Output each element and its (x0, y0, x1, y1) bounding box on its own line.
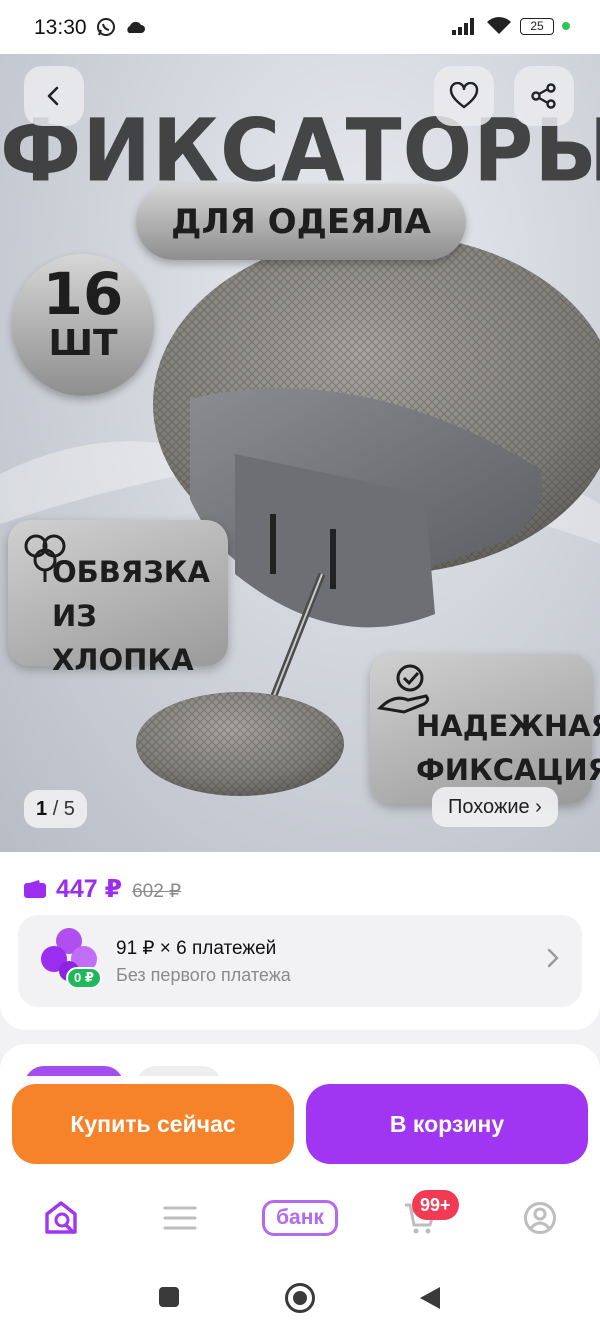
catalog-menu-icon (163, 1206, 197, 1230)
battery-icon: 25 (520, 17, 554, 35)
similar-products-button[interactable]: Похожие › (432, 787, 558, 827)
price-row: 447 ₽ 602 ₽ (24, 874, 181, 904)
share-button[interactable] (514, 66, 574, 126)
privacy-dot (562, 22, 570, 30)
buy-now-button[interactable]: Купить сейчас (12, 1084, 294, 1164)
back-button[interactable] (24, 66, 84, 126)
nav-home-search[interactable] (40, 1196, 84, 1240)
back-triangle-icon[interactable] (418, 1285, 442, 1311)
feature-fix-panel: НАДЕЖНАЯ ФИКСАЦИЯ (370, 654, 600, 804)
status-time: 13:30 (34, 16, 87, 39)
hero-subtitle: ДЛЯ ОДЕЯЛА (136, 184, 466, 260)
hand-check-icon (376, 664, 430, 714)
installment-offer[interactable]: 0 ₽ 91 ₽ × 6 платежей Без первого платеж… (18, 915, 582, 1007)
nav-bank[interactable]: банк (262, 1200, 338, 1236)
add-to-cart-button[interactable]: В корзину (306, 1084, 588, 1164)
wifi-icon (487, 17, 511, 34)
price-card: 447 ₽ 602 ₽ 0 ₽ 91 ₽ × 6 платежей Без пе… (0, 852, 600, 1030)
quantity-number: 16 (42, 260, 124, 328)
signal-icon (452, 18, 474, 35)
share-icon (531, 83, 556, 109)
cart-count-badge: 99+ (412, 1190, 459, 1220)
chevron-right-icon (547, 948, 559, 968)
favorite-button[interactable] (434, 66, 494, 126)
notification-icons (96, 17, 146, 37)
image-counter: 1 / 5 (24, 790, 87, 828)
profile-icon (524, 1202, 556, 1234)
image-counter-total: / 5 (52, 798, 75, 820)
image-counter-current: 1 (36, 798, 48, 820)
feature-fix-line1: НАДЕЖНАЯ (416, 709, 600, 743)
cloud-icon (127, 21, 145, 33)
bottom-navigation: банк 99+ (0, 1176, 600, 1260)
installment-subtitle: Без первого платежа (116, 965, 291, 985)
feature-cotton-line2: ИЗ ХЛОПКА (52, 599, 194, 677)
product-image-gallery[interactable]: ФИКСАТОРЫ ДЛЯ ОДЕЯЛА 16 ШТ ОБВЯЗКА ИЗ ХЛ… (0, 54, 600, 852)
feature-cotton-line1: ОБВЯЗКА (52, 555, 210, 589)
purchase-bar: Купить сейчас В корзину (0, 1076, 600, 1176)
quantity-unit: ШТ (48, 323, 118, 364)
status-bar: 13:30 25 (0, 0, 600, 54)
nav-catalog[interactable] (158, 1196, 202, 1240)
recent-apps-icon[interactable] (158, 1286, 180, 1308)
old-price: 602 ₽ (132, 881, 182, 902)
wallet-icon (24, 880, 46, 898)
current-price: 447 ₽ (56, 875, 123, 903)
system-navigation-bar (0, 1260, 600, 1332)
heart-icon (449, 82, 479, 109)
quantity-badge: 16 ШТ (12, 254, 154, 396)
cotton-icon (24, 534, 66, 582)
installment-title: 91 ₽ × 6 платежей (116, 938, 277, 959)
feature-cotton-panel: ОБВЯЗКА ИЗ ХЛОПКА (8, 520, 228, 677)
chevron-left-icon (47, 86, 59, 106)
whatsapp-icon (97, 18, 115, 36)
app-screen: 13:30 25 ФИКСАТОРЫ ДЛЯ ОДЕЯЛА 16 ШТ ОБВЯ… (0, 0, 600, 1332)
system-indicators: 25 (452, 16, 570, 36)
feature-fix-line2: ФИКСАЦИЯ (416, 753, 600, 787)
nav-profile[interactable] (518, 1196, 562, 1240)
zero-payment-badge: 0 ₽ (66, 967, 102, 989)
home-circle-icon[interactable] (284, 1282, 316, 1314)
home-search-icon (45, 1201, 77, 1234)
